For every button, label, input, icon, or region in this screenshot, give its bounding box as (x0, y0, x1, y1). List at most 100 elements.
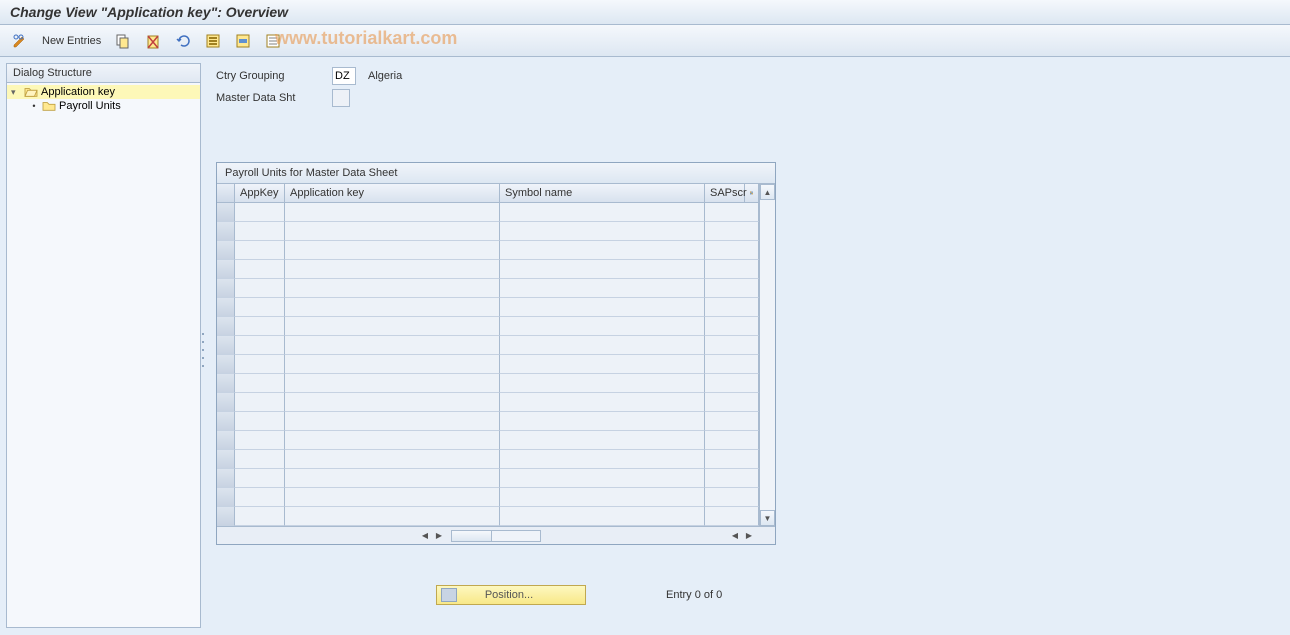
row-selector[interactable] (217, 469, 235, 488)
hscroll-right-button[interactable]: ▶ (433, 530, 445, 542)
cell-sapscript[interactable] (705, 203, 759, 222)
hscroll-right-button-2[interactable]: ▶ (743, 530, 755, 542)
cell-application-key[interactable] (285, 317, 500, 336)
cell-symbol-name[interactable] (500, 469, 705, 488)
cell-application-key[interactable] (285, 298, 500, 317)
cell-symbol-name[interactable] (500, 374, 705, 393)
row-selector[interactable] (217, 279, 235, 298)
cell-sapscript[interactable] (705, 222, 759, 241)
table-config-button[interactable] (745, 184, 759, 202)
cell-symbol-name[interactable] (500, 412, 705, 431)
table-row[interactable] (217, 222, 759, 241)
cell-appkey[interactable] (235, 507, 285, 526)
cell-appkey[interactable] (235, 241, 285, 260)
hscroll-left-button[interactable]: ◀ (419, 530, 431, 542)
cell-appkey[interactable] (235, 488, 285, 507)
cell-symbol-name[interactable] (500, 298, 705, 317)
cell-symbol-name[interactable] (500, 279, 705, 298)
cell-appkey[interactable] (235, 222, 285, 241)
table-row[interactable] (217, 317, 759, 336)
cell-appkey[interactable] (235, 260, 285, 279)
cell-symbol-name[interactable] (500, 222, 705, 241)
cell-sapscript[interactable] (705, 317, 759, 336)
cell-sapscript[interactable] (705, 431, 759, 450)
cell-symbol-name[interactable] (500, 336, 705, 355)
hscroll-thumb[interactable] (452, 531, 492, 541)
row-selector[interactable] (217, 431, 235, 450)
cell-appkey[interactable] (235, 355, 285, 374)
master-data-input[interactable] (332, 89, 350, 107)
cell-appkey[interactable] (235, 431, 285, 450)
cell-appkey[interactable] (235, 469, 285, 488)
vertical-scrollbar[interactable]: ▲ ▼ (759, 184, 775, 526)
cell-sapscript[interactable] (705, 507, 759, 526)
delete-button[interactable] (141, 31, 165, 51)
row-selector[interactable] (217, 355, 235, 374)
tree-collapse-icon[interactable]: ▾ (11, 87, 21, 98)
row-selector[interactable] (217, 203, 235, 222)
table-row[interactable] (217, 279, 759, 298)
toggle-edit-button[interactable] (8, 31, 32, 51)
cell-appkey[interactable] (235, 203, 285, 222)
sidebar-resize-handle[interactable] (200, 330, 206, 370)
table-row[interactable] (217, 355, 759, 374)
cell-application-key[interactable] (285, 469, 500, 488)
column-selector[interactable] (217, 184, 235, 202)
cell-appkey[interactable] (235, 298, 285, 317)
tree-item-application-key[interactable]: ▾ Application key (7, 85, 200, 99)
column-application-key[interactable]: Application key (285, 184, 500, 202)
undo-button[interactable] (171, 31, 195, 51)
cell-symbol-name[interactable] (500, 260, 705, 279)
cell-appkey[interactable] (235, 374, 285, 393)
row-selector[interactable] (217, 260, 235, 279)
hscroll-left-button-2[interactable]: ◀ (729, 530, 741, 542)
table-row[interactable] (217, 336, 759, 355)
cell-sapscript[interactable] (705, 260, 759, 279)
cell-symbol-name[interactable] (500, 241, 705, 260)
select-all-button[interactable] (201, 31, 225, 51)
cell-application-key[interactable] (285, 222, 500, 241)
cell-sapscript[interactable] (705, 469, 759, 488)
cell-application-key[interactable] (285, 412, 500, 431)
deselect-all-button[interactable] (261, 31, 285, 51)
cell-application-key[interactable] (285, 355, 500, 374)
cell-application-key[interactable] (285, 336, 500, 355)
row-selector[interactable] (217, 336, 235, 355)
cell-sapscript[interactable] (705, 241, 759, 260)
cell-symbol-name[interactable] (500, 488, 705, 507)
table-row[interactable] (217, 260, 759, 279)
column-symbol-name[interactable]: Symbol name (500, 184, 705, 202)
table-row[interactable] (217, 298, 759, 317)
cell-application-key[interactable] (285, 507, 500, 526)
row-selector[interactable] (217, 450, 235, 469)
cell-sapscript[interactable] (705, 279, 759, 298)
cell-appkey[interactable] (235, 336, 285, 355)
cell-symbol-name[interactable] (500, 393, 705, 412)
scroll-track[interactable] (760, 200, 775, 510)
table-row[interactable] (217, 507, 759, 526)
column-appkey[interactable]: AppKey (235, 184, 285, 202)
hscroll-track[interactable] (451, 530, 541, 542)
cell-appkey[interactable] (235, 317, 285, 336)
table-row[interactable] (217, 241, 759, 260)
new-entries-button[interactable]: New Entries (38, 33, 105, 49)
cell-appkey[interactable] (235, 412, 285, 431)
cell-sapscript[interactable] (705, 450, 759, 469)
cell-sapscript[interactable] (705, 488, 759, 507)
table-row[interactable] (217, 412, 759, 431)
column-sapscript[interactable]: SAPscr (705, 184, 745, 202)
cell-application-key[interactable] (285, 393, 500, 412)
cell-sapscript[interactable] (705, 298, 759, 317)
row-selector[interactable] (217, 507, 235, 526)
cell-symbol-name[interactable] (500, 203, 705, 222)
row-selector[interactable] (217, 298, 235, 317)
table-row[interactable] (217, 450, 759, 469)
cell-application-key[interactable] (285, 241, 500, 260)
cell-application-key[interactable] (285, 260, 500, 279)
cell-appkey[interactable] (235, 393, 285, 412)
cell-sapscript[interactable] (705, 393, 759, 412)
row-selector[interactable] (217, 393, 235, 412)
row-selector[interactable] (217, 241, 235, 260)
select-block-button[interactable] (231, 31, 255, 51)
row-selector[interactable] (217, 488, 235, 507)
